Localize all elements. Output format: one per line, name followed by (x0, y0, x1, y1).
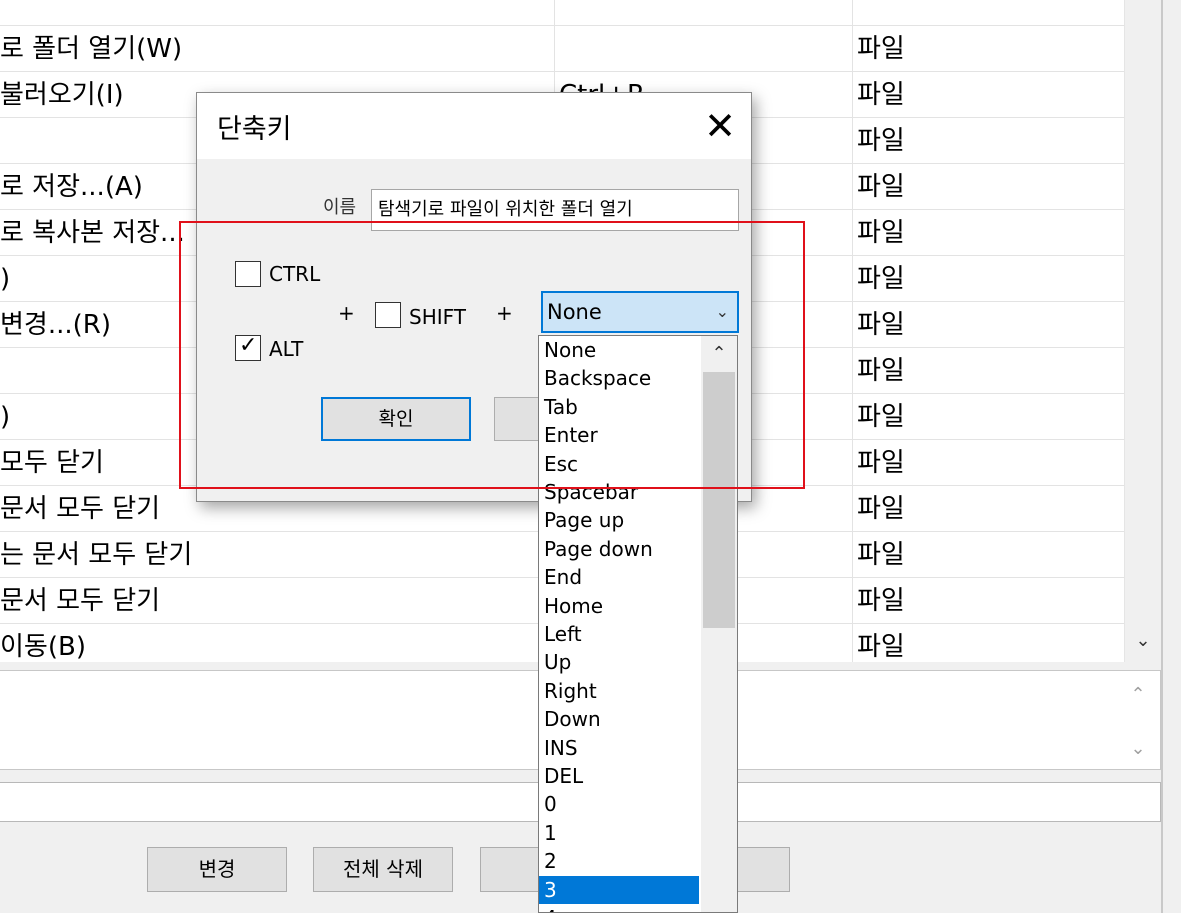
dropdown-option[interactable]: 2 (539, 847, 699, 875)
table-scrollbar[interactable] (1125, 0, 1161, 662)
name-label: 이름 (323, 197, 357, 218)
dialog-titlebar: 단축키 ✕ (197, 93, 751, 159)
dropdown-option[interactable]: Right (539, 677, 699, 705)
command-name-cell: 는 문서 모두 닫기 (0, 532, 555, 578)
dropdown-option[interactable]: Spacebar (539, 478, 699, 506)
category-cell: 파일 (857, 34, 905, 64)
dropdown-option[interactable]: None (539, 336, 699, 364)
category-cell: 파일 (857, 632, 905, 662)
shift-checkbox[interactable] (375, 302, 401, 328)
plus-sign: + (496, 301, 513, 325)
desc-scroll-up-icon[interactable]: ⌃ (1124, 680, 1152, 710)
chevron-down-icon[interactable]: ⌄ (716, 293, 729, 331)
category-cell: 파일 (857, 448, 905, 478)
category-cell: 파일 (857, 494, 905, 524)
category-cell: 파일 (857, 264, 905, 294)
name-field[interactable]: 탐색기로 파일이 위치한 폴더 열기 (371, 189, 739, 231)
category-cell: 파일 (857, 402, 905, 432)
shortcut-key-cell (555, 26, 853, 72)
ok-button[interactable]: 확인 (321, 397, 471, 441)
scroll-up-icon[interactable]: ⌃ (707, 338, 731, 370)
delete-all-button[interactable]: 전체 삭제 (313, 847, 453, 892)
command-name-cell (0, 0, 555, 26)
dropdown-option[interactable]: 3 (539, 875, 699, 904)
table-row[interactable] (0, 0, 1124, 26)
ctrl-checkbox[interactable] (235, 261, 261, 287)
dropdown-option[interactable]: Home (539, 592, 699, 620)
key-dropdown-list[interactable]: ⌃ None Backspace Tab Enter Esc Spacebar Page u… (538, 335, 738, 913)
dropdown-option[interactable]: Left (539, 620, 699, 648)
dropdown-option[interactable]: End (539, 563, 699, 591)
table-row[interactable]: 로 폴더 열기(W) 파일 (0, 26, 1124, 72)
category-cell: 파일 (857, 586, 905, 616)
check-icon: ✓ (239, 333, 258, 358)
category-cell: 파일 (857, 218, 905, 248)
scroll-down-icon[interactable]: ⌄ (1129, 624, 1157, 658)
dropdown-option[interactable]: Esc (539, 450, 699, 478)
ctrl-label: CTRL (269, 262, 321, 286)
alt-label: ALT (269, 337, 304, 361)
dropdown-option[interactable]: 0 (539, 790, 699, 818)
key-select[interactable]: None ⌄ (541, 291, 739, 333)
dropdown-option[interactable]: 4 (539, 904, 699, 912)
shift-label: SHIFT (409, 305, 467, 329)
window-edge (1161, 0, 1181, 913)
dropdown-option[interactable]: Page up (539, 506, 699, 534)
scrollbar-thumb[interactable] (703, 372, 735, 628)
alt-checkbox[interactable]: ✓ (235, 333, 261, 361)
category-cell: 파일 (857, 172, 905, 202)
command-name-cell: 문서 모두 닫기 (0, 578, 555, 624)
change-button[interactable]: 변경 (147, 847, 287, 892)
dropdown-option[interactable]: Tab (539, 393, 699, 421)
dropdown-option[interactable]: 1 (539, 819, 699, 847)
dropdown-option[interactable]: Up (539, 648, 699, 676)
command-name-cell: 로 폴더 열기(W) (0, 26, 555, 72)
category-cell: 파일 (857, 356, 905, 386)
key-select-value: None (547, 300, 602, 324)
command-name-cell: 이동(B) (0, 624, 555, 662)
category-cell (853, 0, 1124, 26)
dropdown-option[interactable]: Page down (539, 535, 699, 563)
category-cell: 파일 (857, 126, 905, 156)
dropdown-option[interactable]: Enter (539, 421, 699, 449)
dropdown-option[interactable]: Down (539, 705, 699, 733)
category-cell: 파일 (857, 310, 905, 340)
category-cell: 파일 (857, 80, 905, 110)
category-cell: 파일 (857, 540, 905, 570)
close-icon[interactable]: ✕ (689, 97, 751, 155)
dialog-title: 단축키 (217, 114, 292, 145)
dropdown-option[interactable]: Backspace (539, 364, 699, 392)
dropdown-option[interactable]: INS (539, 734, 699, 762)
desc-scroll-down-icon[interactable]: ⌄ (1124, 734, 1152, 764)
dropdown-option[interactable]: DEL (539, 762, 699, 790)
plus-sign: + (338, 301, 355, 325)
shortcut-key-cell (555, 0, 853, 26)
